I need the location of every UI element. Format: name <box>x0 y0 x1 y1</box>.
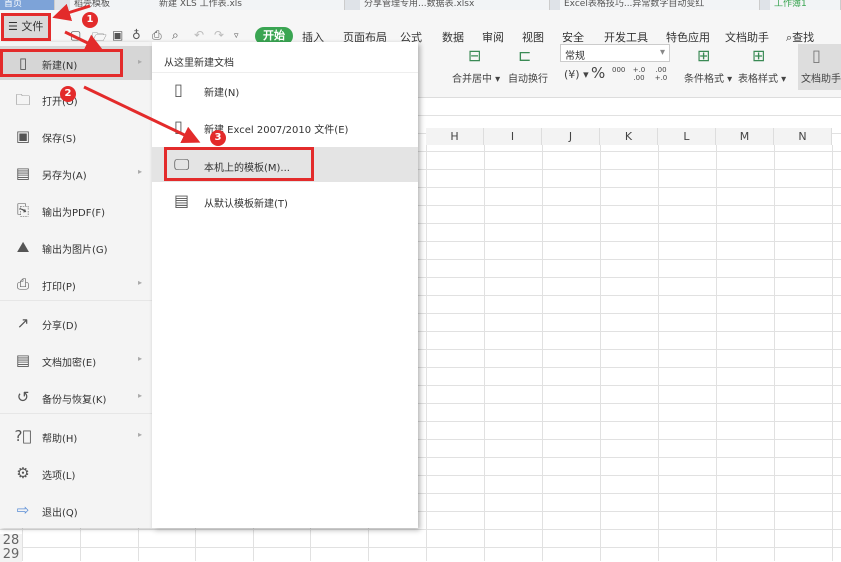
annotation-badge: 1 <box>82 12 98 28</box>
annotation-badge: 3 <box>210 130 226 146</box>
annotation-arrows <box>52 3 201 143</box>
arrow-2 <box>83 85 201 143</box>
arrow-1b <box>64 30 104 51</box>
annotation-badge: 2 <box>60 86 76 102</box>
